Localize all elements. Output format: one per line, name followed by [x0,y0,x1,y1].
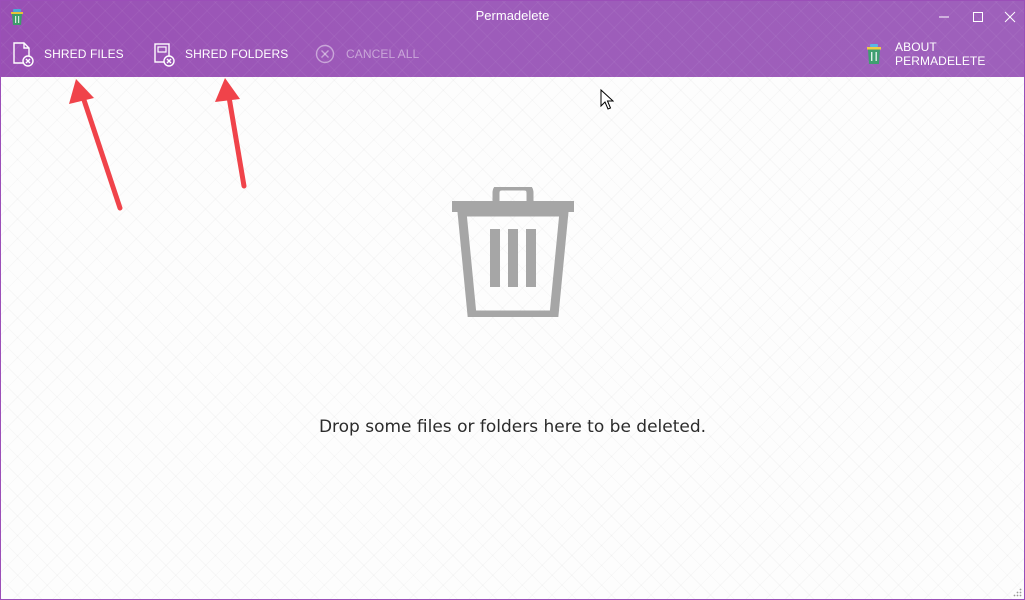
resize-grip-icon[interactable] [1012,587,1022,597]
drop-zone[interactable]: Drop some files or folders here to be de… [1,77,1024,599]
close-button[interactable] [991,1,1024,33]
about-permadelete-label: ABOUT PERMADELETE [895,40,986,68]
close-icon [1004,11,1016,23]
minimize-button[interactable] [925,1,963,33]
window-title: Permadelete [475,8,550,23]
circle-x-icon [312,41,338,67]
shred-files-label: SHRED FILES [44,47,124,61]
file-delete-icon [10,41,36,67]
shred-folders-label: SHRED FOLDERS [185,47,289,61]
shred-folders-button[interactable]: SHRED FOLDERS [151,37,288,71]
mouse-cursor-icon [600,89,614,110]
drop-message: Drop some files or folders here to be de… [318,417,707,437]
cancel-all-label: CANCEL ALL [346,47,420,61]
about-permadelete-button[interactable]: ABOUT PERMADELETE [861,37,1024,71]
trash-can-icon [452,187,574,317]
minimize-icon [939,16,949,18]
folder-delete-icon [151,41,177,67]
maximize-icon [973,12,983,22]
header-bar: Permadelete SHRED FILES SHRED FOLDERS CA… [1,1,1024,77]
toolbar: SHRED FILES SHRED FOLDERS CANCEL ALL ABO… [1,37,1024,71]
cancel-all-button[interactable]: CANCEL ALL [312,37,419,71]
about-trash-icon [861,41,887,67]
app-window: Permadelete SHRED FILES SHRED FOLDERS CA… [0,0,1025,600]
shred-files-button[interactable]: SHRED FILES [10,37,124,71]
